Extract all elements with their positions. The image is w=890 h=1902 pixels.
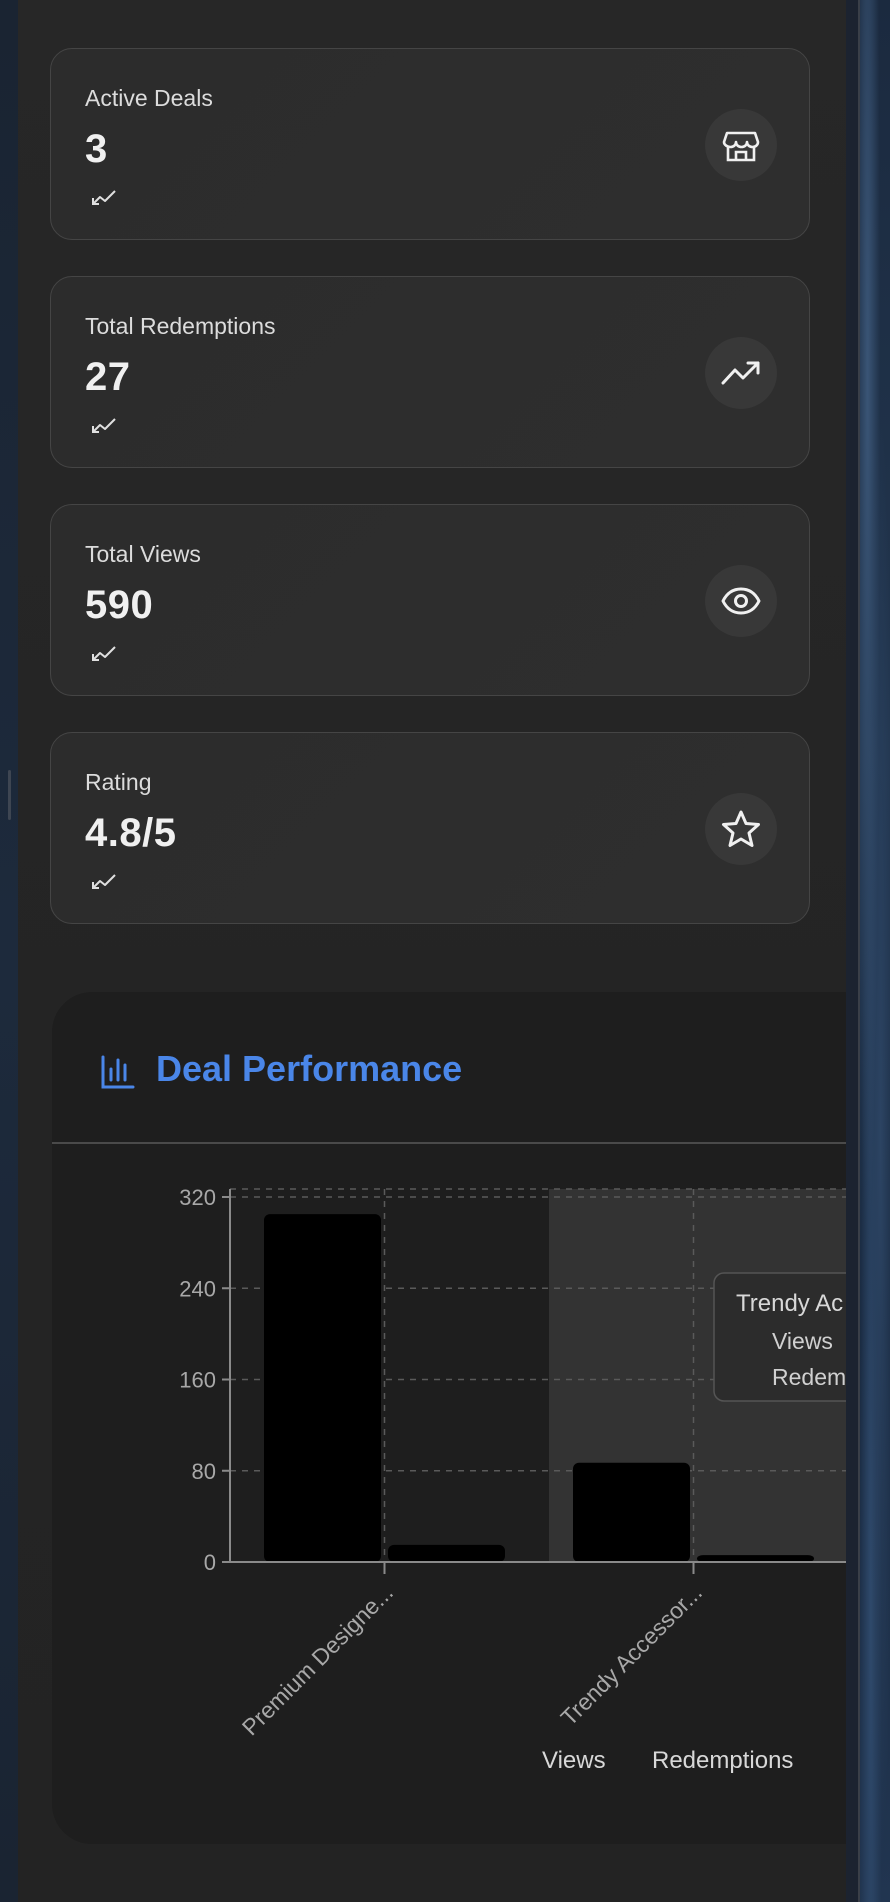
store-icon <box>705 109 777 181</box>
tooltip-title: Trendy Ac <box>736 1290 843 1317</box>
stat-value: 3 <box>85 127 108 171</box>
tooltip-line: Redem <box>772 1364 846 1390</box>
trend-icon <box>92 646 116 661</box>
stat-card-active-deals: Active Deals 3 <box>50 48 810 240</box>
bar-redemptions-0[interactable] <box>388 1544 505 1562</box>
x-tick-label: Premium Designe... <box>237 1579 398 1740</box>
legend-item-views[interactable]: Views <box>542 1747 606 1774</box>
trend-icon <box>92 874 116 889</box>
stat-card-rating: Rating 4.8/5 <box>50 732 810 924</box>
deal-performance-card: Deal Performance 0 80 160 240 320 Premium Des… <box>52 992 846 1844</box>
x-tick-label: Trendy Accessor... <box>555 1579 707 1731</box>
dashboard-panel: Active Deals 3 Total Redemptions 27 Tota… <box>18 0 846 1902</box>
stat-card-total-views: Total Views 590 <box>50 504 810 696</box>
bar-views-0[interactable] <box>264 1214 381 1562</box>
chart-header: Deal Performance <box>52 992 846 1144</box>
stat-label: Rating <box>85 769 152 795</box>
desktop-wallpaper <box>858 0 890 1902</box>
y-tick-label: 240 <box>179 1276 216 1301</box>
bar-chart[interactable]: 0 80 160 240 320 Premium Designe... Trendy Acc… <box>52 1144 846 1844</box>
y-tick-label: 320 <box>179 1185 216 1210</box>
trend-icon <box>92 190 116 205</box>
bar-redemptions-1[interactable] <box>697 1555 814 1562</box>
y-tick-label: 80 <box>192 1459 216 1484</box>
star-icon <box>705 793 777 865</box>
tooltip-line: Views <box>772 1328 833 1354</box>
chart-title: Deal Performance <box>156 1048 463 1089</box>
trending-up-icon <box>705 337 777 409</box>
stat-label: Total Redemptions <box>85 313 276 339</box>
resize-handle[interactable] <box>8 770 11 820</box>
stat-card-total-redemptions: Total Redemptions 27 <box>50 276 810 468</box>
stat-label: Total Views <box>85 541 201 567</box>
stat-value: 27 <box>85 355 131 399</box>
left-edge <box>0 0 18 1902</box>
bar-chart-icon <box>101 1055 135 1089</box>
stat-value: 590 <box>85 583 154 627</box>
legend-item-redemptions[interactable]: Redemptions <box>652 1747 793 1774</box>
stat-value: 4.8/5 <box>85 811 177 855</box>
trend-icon <box>92 418 116 433</box>
eye-icon <box>705 565 777 637</box>
y-tick-label: 0 <box>204 1550 216 1575</box>
stat-label: Active Deals <box>85 85 213 111</box>
bar-views-1[interactable] <box>573 1462 690 1562</box>
y-tick-label: 160 <box>179 1368 216 1393</box>
